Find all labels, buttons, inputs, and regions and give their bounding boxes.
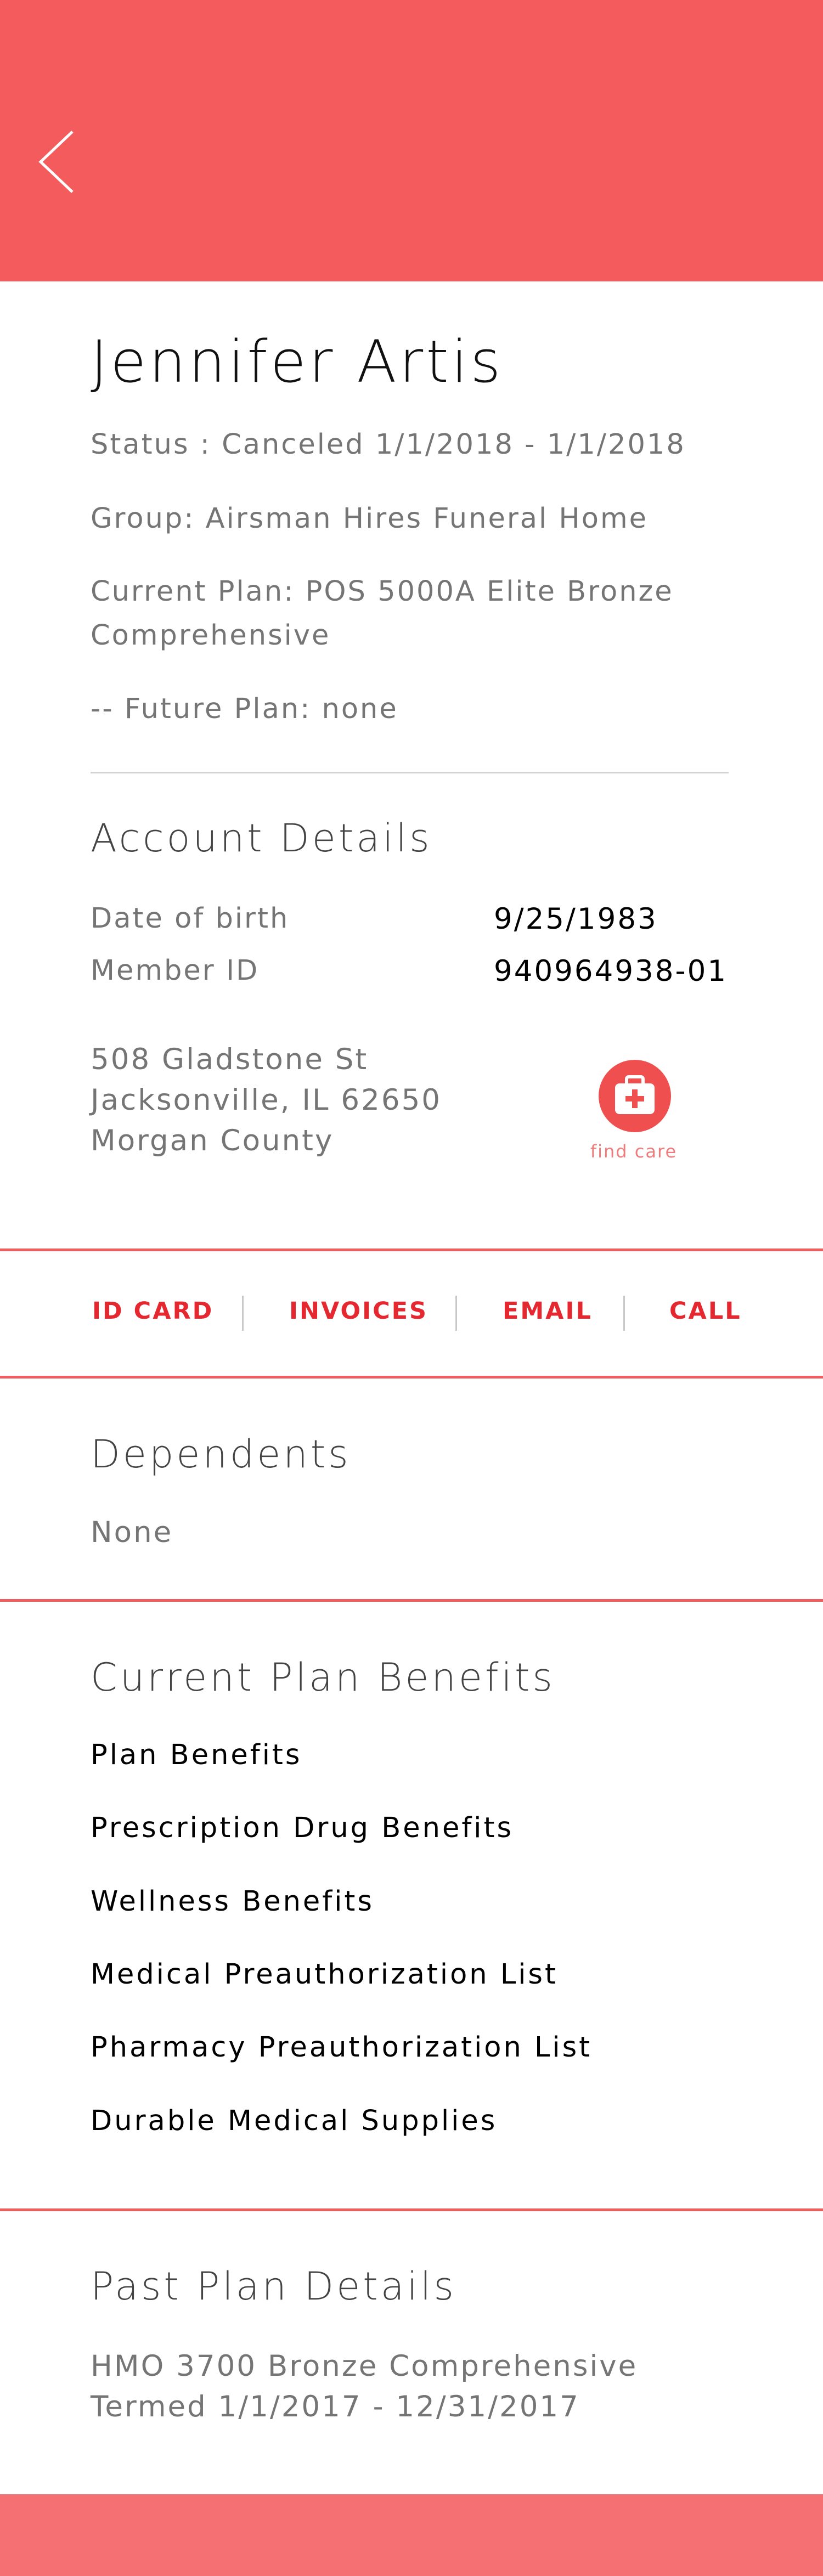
dob-label: Date of birth: [91, 902, 290, 935]
dependents-value: None: [91, 1516, 173, 1549]
divider: [91, 772, 729, 773]
member-id-label: Member ID: [91, 954, 260, 987]
section-divider: [0, 1249, 823, 1251]
address-line: 508 Gladstone St: [91, 1043, 369, 1076]
group-text: Group: Airsman Hires Funeral Home: [91, 502, 649, 535]
medical-preauthorization-list-link[interactable]: Medical Preauthorization List: [91, 1958, 558, 1991]
id-card-link[interactable]: ID CARD: [92, 1297, 213, 1325]
action-separator: [242, 1296, 244, 1331]
invoices-link[interactable]: INVOICES: [289, 1297, 428, 1325]
chevron-left-icon: [38, 131, 74, 193]
durable-medical-supplies-link[interactable]: Durable Medical Supplies: [91, 2105, 497, 2137]
action-separator: [455, 1296, 457, 1331]
header-bar: [0, 0, 823, 281]
section-divider: [0, 1599, 823, 1602]
wellness-benefits-link[interactable]: Wellness Benefits: [91, 1885, 374, 1918]
find-care-badge: [599, 1060, 671, 1132]
footer-bar: [0, 2494, 823, 2576]
find-care-button[interactable]: find care: [582, 1060, 686, 1170]
past-plan-term: Termed 1/1/2017 - 12/31/2017: [91, 2390, 580, 2424]
section-divider: [0, 1376, 823, 1379]
past-plan-info: HMO 3700 Bronze Comprehensive Termed 1/1…: [91, 2346, 638, 2427]
dob-value: 9/25/1983: [494, 902, 658, 936]
current-plan-benefits-title: Current Plan Benefits: [91, 1655, 555, 1700]
find-care-label: find care: [590, 1141, 678, 1162]
future-plan-text: -- Future Plan: none: [91, 693, 398, 725]
email-link[interactable]: EMAIL: [503, 1297, 593, 1325]
prescription-drug-benefits-link[interactable]: Prescription Drug Benefits: [91, 1812, 514, 1844]
dependents-title: Dependents: [91, 1432, 351, 1477]
status-text: Status : Canceled 1/1/2018 - 1/1/2018: [91, 428, 686, 461]
member-name: Jennifer Artis: [91, 328, 504, 396]
current-plan-text: Current Plan: POS 5000A Elite Bronze: [91, 575, 674, 608]
account-details-title: Account Details: [91, 816, 432, 861]
member-id-value: 940964938-01: [494, 954, 728, 988]
past-plan-name: HMO 3700 Bronze Comprehensive: [91, 2349, 638, 2383]
plan-benefits-link[interactable]: Plan Benefits: [91, 1739, 302, 1771]
first-aid-kit-icon: [615, 1075, 655, 1114]
call-link[interactable]: CALL: [669, 1297, 742, 1325]
back-button[interactable]: [33, 127, 88, 196]
pharmacy-preauthorization-list-link[interactable]: Pharmacy Preauthorization List: [91, 2031, 592, 2064]
action-separator: [623, 1296, 625, 1331]
address-line: Morgan County: [91, 1124, 334, 1157]
member-address: 508 Gladstone St Jacksonville, IL 62650 …: [91, 1040, 442, 1161]
address-line: Jacksonville, IL 62650: [91, 1083, 442, 1117]
past-plan-details-title: Past Plan Details: [91, 2264, 456, 2309]
section-divider: [0, 2208, 823, 2211]
current-plan-text-continued: Comprehensive: [91, 619, 331, 652]
